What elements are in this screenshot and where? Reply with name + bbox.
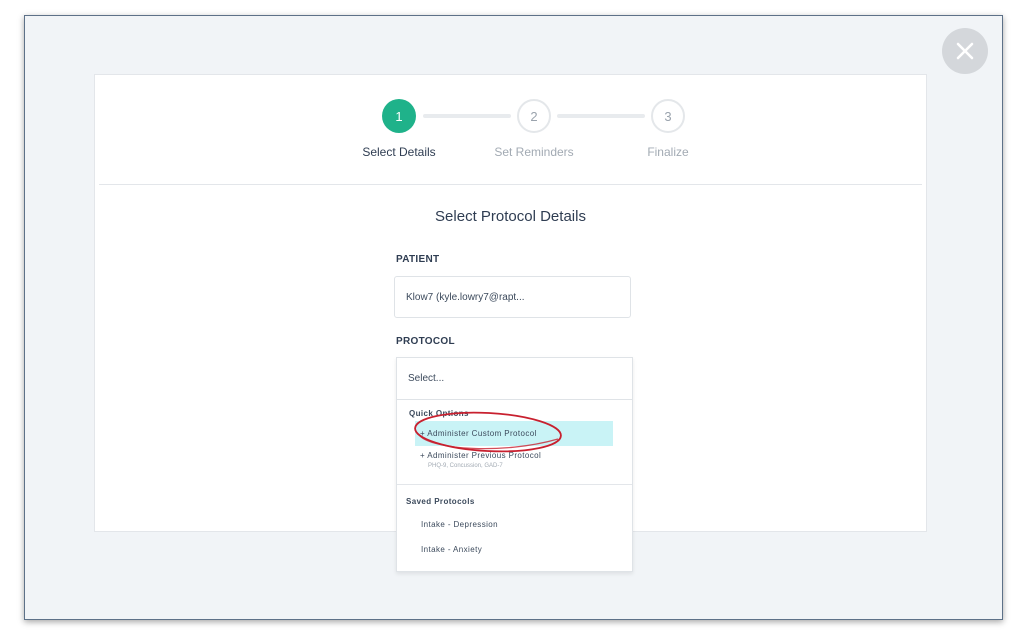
close-icon (956, 42, 974, 60)
saved-protocol-intake-depression[interactable]: Intake - Depression (421, 520, 498, 529)
step-3-label: Finalize (647, 145, 689, 159)
option-label: + Administer Previous Protocol (420, 451, 542, 460)
page-title: Select Protocol Details (435, 208, 586, 225)
step-connector-1-2 (423, 114, 511, 118)
administer-previous-protocol-option[interactable]: + Administer Previous Protocol (420, 451, 541, 460)
quick-options-header: Quick Options (409, 409, 469, 418)
protocol-select[interactable]: Select... (397, 358, 632, 400)
step-3-number: 3 (664, 108, 672, 124)
option-label: Intake - Depression (421, 520, 498, 529)
close-button[interactable] (942, 28, 988, 74)
step-connector-2-3 (557, 114, 645, 118)
step-1-number: 1 (395, 108, 403, 124)
stepper-divider (99, 184, 922, 185)
step-2-label: Set Reminders (494, 145, 574, 159)
saved-protocols-header: Saved Protocols (406, 497, 475, 506)
step-3-circle[interactable]: 3 (651, 99, 685, 133)
step-2-number: 2 (530, 108, 538, 124)
group-divider (397, 484, 632, 485)
step-1-circle[interactable]: 1 (382, 99, 416, 133)
protocol-dropdown: Select... Quick Options + Administer Cus… (396, 357, 633, 572)
patient-value: Klow7 (kyle.lowry7@rapt... (406, 291, 525, 303)
protocol-select-value: Select... (408, 373, 445, 384)
previous-protocol-details: PHQ-9, Concussion, GAD-7 (428, 463, 503, 469)
option-label: Intake - Anxiety (421, 545, 483, 554)
patient-select[interactable]: Klow7 (kyle.lowry7@rapt... (394, 276, 631, 318)
option-label: + Administer Custom Protocol (420, 429, 537, 438)
step-1-label: Select Details (362, 145, 436, 159)
saved-protocol-intake-anxiety[interactable]: Intake - Anxiety (421, 545, 482, 554)
administer-custom-protocol-option[interactable]: + Administer Custom Protocol (415, 421, 613, 446)
step-2-circle[interactable]: 2 (517, 99, 551, 133)
patient-label: PATIENT (396, 254, 440, 265)
protocol-label: PROTOCOL (396, 336, 455, 347)
